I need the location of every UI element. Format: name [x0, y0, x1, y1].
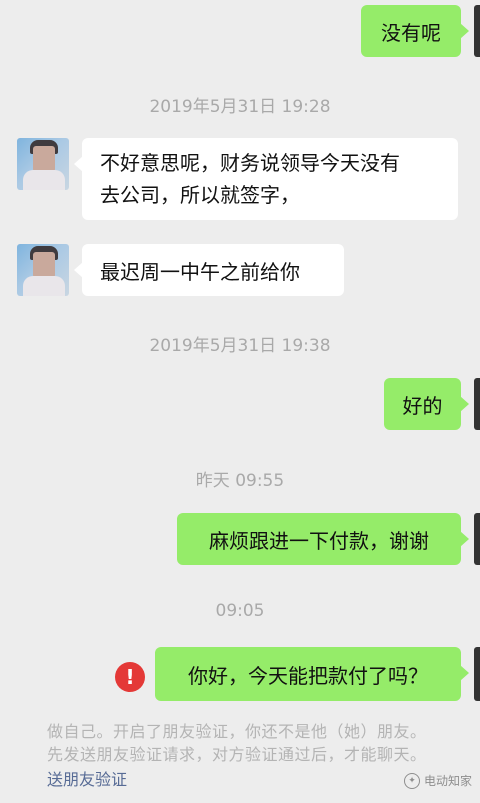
avatar-edge — [474, 378, 480, 430]
notice-line: 先发送朋友验证请求，对方验证通过后，才能聊天。 — [47, 745, 427, 764]
message-text: 你好，今天能把款付了吗？ — [188, 663, 428, 688]
timestamp: 昨天 09:55 — [195, 471, 285, 491]
friend-verification-notice: 做自己。开启了朋友验证，你还不是他（她）朋友。 先发送朋友验证请求，对方验证通过… — [47, 720, 477, 766]
message-bubble-outgoing[interactable]: 没有呢 — [361, 5, 469, 57]
message-bubble-outgoing[interactable]: 麻烦跟进一下付款，谢谢 — [177, 513, 469, 565]
timestamp: 09:05 — [215, 601, 265, 621]
message-text-line: 不好意思呢，财务说领导今天没有 — [100, 151, 400, 175]
timestamp: 2019年5月31日 19:38 — [149, 336, 331, 356]
send-failed-icon[interactable]: ! — [115, 662, 145, 692]
avatar[interactable] — [17, 138, 69, 190]
message-bubble-outgoing[interactable]: 好的 — [384, 378, 469, 430]
notice-line: 做自己。开启了朋友验证，你还不是他（她）朋友。 — [47, 722, 427, 741]
message-bubble-incoming[interactable]: 不好意思呢，财务说领导今天没有 去公司，所以就签字， — [74, 138, 458, 220]
avatar-edge — [474, 5, 480, 57]
message-bubble-outgoing[interactable]: 你好，今天能把款付了吗？ — [155, 647, 469, 701]
wechat-logo-icon: ✦ — [403, 772, 420, 789]
watermark-text: 电动知家 — [423, 774, 472, 788]
send-friend-verification-link[interactable]: 送朋友验证 — [47, 766, 127, 790]
message-text: 麻烦跟进一下付款，谢谢 — [209, 528, 429, 553]
avatar-edge — [474, 513, 480, 565]
watermark: ✦ 电动知家 — [403, 772, 472, 789]
message-text: 最迟周一中午之前给你 — [100, 259, 300, 284]
message-text: 好的 — [402, 393, 443, 418]
avatar-edge — [474, 647, 480, 701]
message-bubble-incoming[interactable]: 最迟周一中午之前给你 — [74, 244, 344, 296]
message-text-line: 去公司，所以就签字， — [100, 183, 300, 207]
message-text: 没有呢 — [381, 20, 441, 45]
avatar[interactable] — [17, 244, 69, 296]
timestamp: 2019年5月31日 19:28 — [149, 97, 331, 117]
